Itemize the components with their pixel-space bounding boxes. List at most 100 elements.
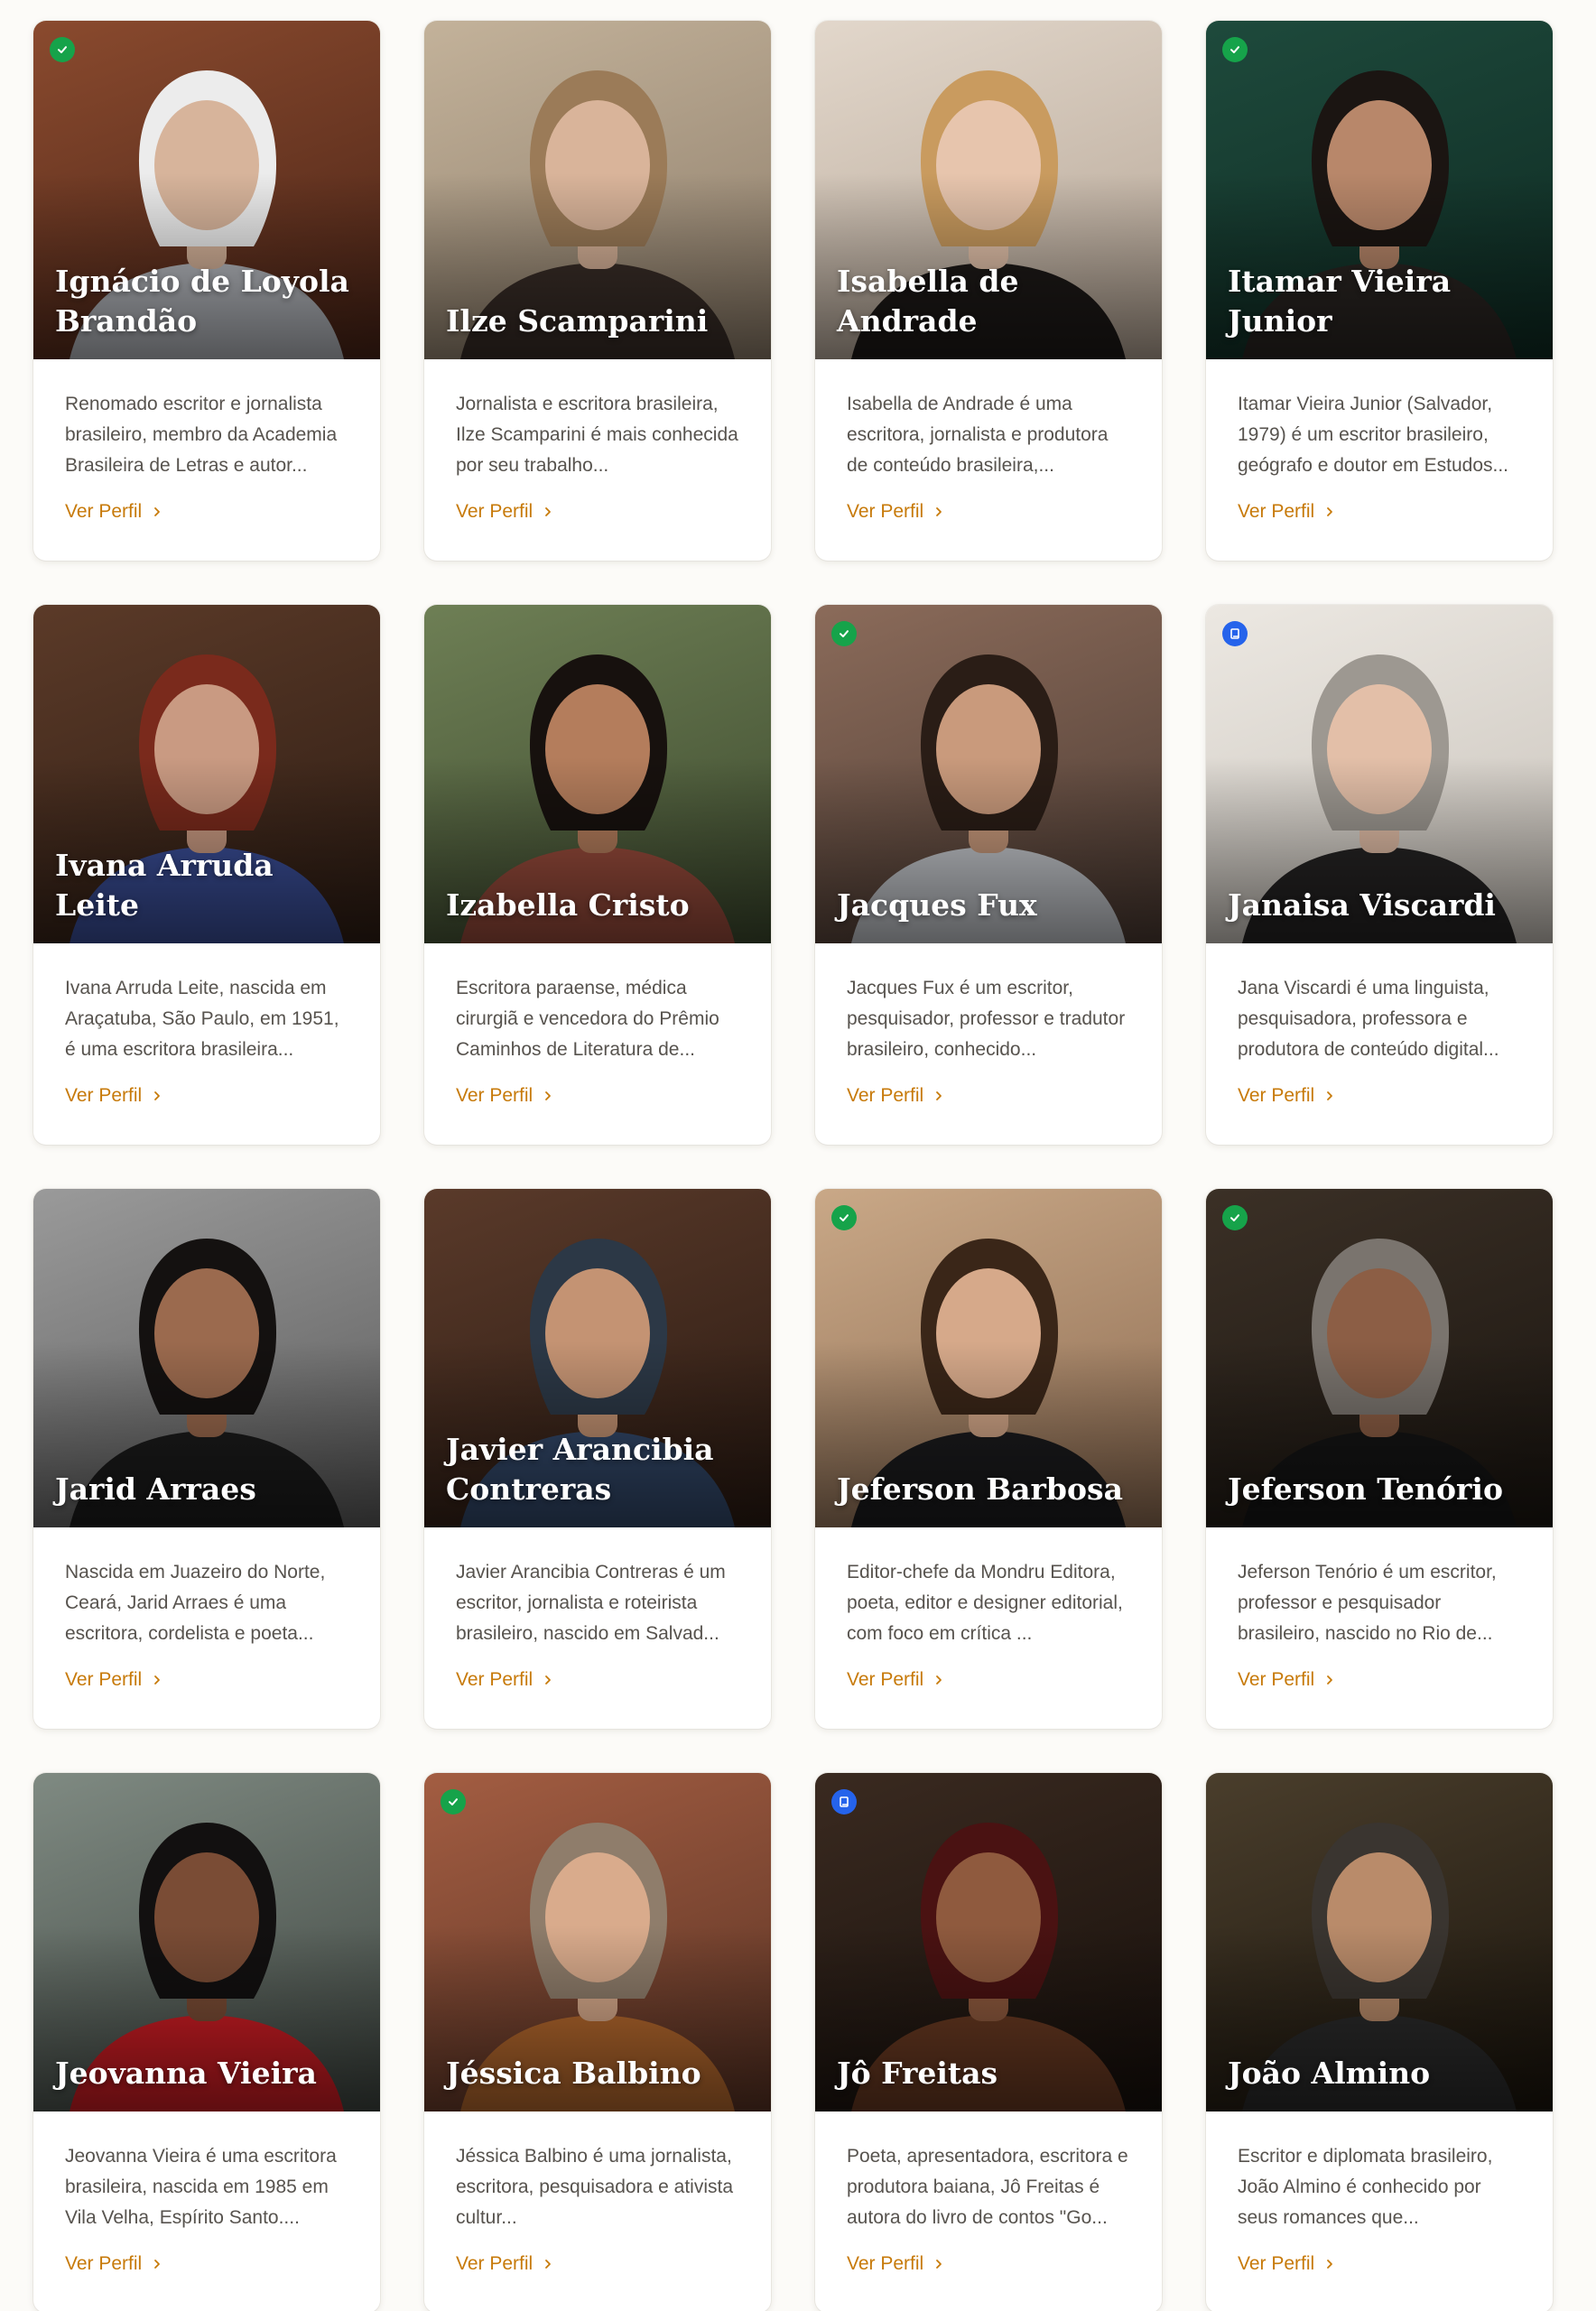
view-profile-link[interactable]: Ver Perfil <box>456 1669 554 1691</box>
verified-badge <box>831 1205 857 1230</box>
author-card[interactable]: Izabella Cristo Escritora paraense, médi… <box>424 605 771 1145</box>
author-card[interactable]: Jacques Fux Jacques Fux é um escritor, p… <box>815 605 1162 1145</box>
card-body: Poeta, apresentadora, escritora e produt… <box>815 2111 1162 2311</box>
view-profile-link[interactable]: Ver Perfil <box>65 501 163 523</box>
book-icon <box>1230 628 1239 639</box>
author-photo[interactable]: Itamar Vieira Junior <box>1206 21 1553 359</box>
author-card[interactable]: Ivana Arruda Leite Ivana Arruda Leite, n… <box>33 605 380 1145</box>
author-photo[interactable]: Janaisa Viscardi <box>1206 605 1553 943</box>
check-icon <box>449 1798 458 1805</box>
view-profile-label: Ver Perfil <box>65 501 143 522</box>
author-photo[interactable]: Ignácio de Loyola Brandão <box>33 21 380 359</box>
view-profile-label: Ver Perfil <box>847 2253 924 2274</box>
view-profile-link[interactable]: Ver Perfil <box>847 1085 945 1107</box>
view-profile-link[interactable]: Ver Perfil <box>1238 501 1336 523</box>
view-profile-link[interactable]: Ver Perfil <box>456 501 554 523</box>
author-name: Jeovanna Vieira <box>55 2056 317 2091</box>
verified-badge <box>1222 37 1248 62</box>
author-description: Editor-chefe da Mondru Editora, poeta, e… <box>847 1562 1123 1644</box>
chevron-right-icon <box>154 1675 161 1685</box>
view-profile-label: Ver Perfil <box>847 501 924 522</box>
author-card[interactable]: Jeovanna Vieira Jeovanna Vieira é uma es… <box>33 1773 380 2311</box>
author-card[interactable]: Jeferson Barbosa Editor-chefe da Mondru … <box>815 1189 1162 1729</box>
author-description: Jornalista e escritora brasileira, Ilze … <box>456 394 738 476</box>
card-body: Nascida em Juazeiro do Norte, Ceará, Jar… <box>33 1527 380 1729</box>
view-profile-label: Ver Perfil <box>456 1085 534 1106</box>
view-profile-link[interactable]: Ver Perfil <box>847 501 945 523</box>
view-profile-link[interactable]: Ver Perfil <box>456 1085 554 1107</box>
author-photo[interactable]: Jeferson Tenório <box>1206 1189 1553 1527</box>
author-photo[interactable]: Jô Freitas <box>815 1773 1162 2111</box>
verified-badge <box>50 37 75 62</box>
view-profile-link[interactable]: Ver Perfil <box>65 1669 163 1691</box>
author-card[interactable]: Javier Arancibia Contreras Javier Aranci… <box>424 1189 771 1729</box>
view-profile-label: Ver Perfil <box>847 1085 924 1106</box>
author-name: Jeferson Barbosa <box>837 1471 1123 1507</box>
view-profile-link[interactable]: Ver Perfil <box>847 2253 945 2275</box>
card-body: Escritora paraense, médica cirurgiã e ve… <box>424 943 771 1145</box>
view-profile-link[interactable]: Ver Perfil <box>847 1669 945 1691</box>
author-card[interactable]: Janaisa Viscardi Jana Viscardi é uma lin… <box>1206 605 1553 1145</box>
check-icon <box>1230 46 1239 53</box>
author-card[interactable]: Jéssica Balbino Jéssica Balbino é uma jo… <box>424 1773 771 2311</box>
view-profile-label: Ver Perfil <box>456 1669 534 1690</box>
author-name: Izabella Cristo <box>446 887 690 923</box>
card-body: Isabella de Andrade é uma escritora, jor… <box>815 359 1162 561</box>
author-name: João Almino <box>1228 2056 1431 2091</box>
view-profile-label: Ver Perfil <box>1238 501 1315 522</box>
author-name: Isabella de Andrade <box>837 264 1019 339</box>
author-name: Itamar Vieira Junior <box>1228 264 1452 339</box>
author-photo[interactable]: Izabella Cristo <box>424 605 771 943</box>
chevron-right-icon <box>545 2260 552 2269</box>
author-name: Janaisa Viscardi <box>1228 887 1496 923</box>
author-name: Jeferson Tenório <box>1228 1471 1503 1507</box>
author-card[interactable]: Isabella de Andrade Isabella de Andrade … <box>815 21 1162 561</box>
card-body: Ivana Arruda Leite, nascida em Araçatuba… <box>33 943 380 1145</box>
check-icon <box>840 630 849 637</box>
author-photo[interactable]: Jeovanna Vieira <box>33 1773 380 2111</box>
chevron-right-icon <box>1327 2260 1333 2269</box>
author-photo[interactable]: Jeferson Barbosa <box>815 1189 1162 1527</box>
author-name: Ivana Arruda Leite <box>55 848 274 923</box>
author-card[interactable]: João Almino Escritor e diplomata brasile… <box>1206 1773 1553 2311</box>
author-description: Javier Arancibia Contreras é um escritor… <box>456 1562 726 1644</box>
author-photo[interactable]: Jéssica Balbino <box>424 1773 771 2111</box>
author-photo[interactable]: Ivana Arruda Leite <box>33 605 380 943</box>
author-card[interactable]: Itamar Vieira Junior Itamar Vieira Junio… <box>1206 21 1553 561</box>
view-profile-link[interactable]: Ver Perfil <box>1238 2253 1336 2275</box>
author-name: Ilze Scamparini <box>446 303 709 339</box>
authors-grid: Ignácio de Loyola Brandão Renomado escri… <box>0 0 1596 2311</box>
card-body: Jacques Fux é um escritor, pesquisador, … <box>815 943 1162 1145</box>
author-photo[interactable]: Jarid Arraes <box>33 1189 380 1527</box>
card-body: Editor-chefe da Mondru Editora, poeta, e… <box>815 1527 1162 1729</box>
author-name: Jacques Fux <box>837 887 1037 923</box>
book-icon <box>840 1796 849 1807</box>
view-profile-link[interactable]: Ver Perfil <box>65 2253 163 2275</box>
author-photo[interactable]: Isabella de Andrade <box>815 21 1162 359</box>
author-card[interactable]: Ilze Scamparini Jornalista e escritora b… <box>424 21 771 561</box>
author-photo[interactable]: Ilze Scamparini <box>424 21 771 359</box>
card-body: Javier Arancibia Contreras é um escritor… <box>424 1527 771 1729</box>
author-name: Jarid Arraes <box>55 1471 256 1507</box>
author-card[interactable]: Jô Freitas Poeta, apresentadora, escrito… <box>815 1773 1162 2311</box>
author-photo[interactable]: Jacques Fux <box>815 605 1162 943</box>
chevron-right-icon <box>154 507 161 516</box>
author-card[interactable]: Jarid Arraes Nascida em Juazeiro do Nort… <box>33 1189 380 1729</box>
check-icon <box>58 46 67 53</box>
view-profile-link[interactable]: Ver Perfil <box>1238 1085 1336 1107</box>
author-photo[interactable]: Javier Arancibia Contreras <box>424 1189 771 1527</box>
view-profile-link[interactable]: Ver Perfil <box>65 1085 163 1107</box>
author-description: Ivana Arruda Leite, nascida em Araçatuba… <box>65 978 339 1060</box>
view-profile-link[interactable]: Ver Perfil <box>1238 1669 1336 1691</box>
author-photo[interactable]: João Almino <box>1206 1773 1553 2111</box>
author-card[interactable]: Ignácio de Loyola Brandão Renomado escri… <box>33 21 380 561</box>
author-name: Jéssica Balbino <box>446 2056 701 2091</box>
view-profile-label: Ver Perfil <box>1238 1085 1315 1106</box>
author-card[interactable]: Jeferson Tenório Jeferson Tenório é um e… <box>1206 1189 1553 1729</box>
author-name: Javier Arancibia Contreras <box>446 1432 714 1507</box>
view-profile-label: Ver Perfil <box>1238 1669 1315 1690</box>
card-body: Itamar Vieira Junior (Salvador, 1979) é … <box>1206 359 1553 561</box>
verified-badge <box>1222 1205 1248 1230</box>
author-description: Renomado escritor e jornalista brasileir… <box>65 394 338 476</box>
view-profile-link[interactable]: Ver Perfil <box>456 2253 554 2275</box>
